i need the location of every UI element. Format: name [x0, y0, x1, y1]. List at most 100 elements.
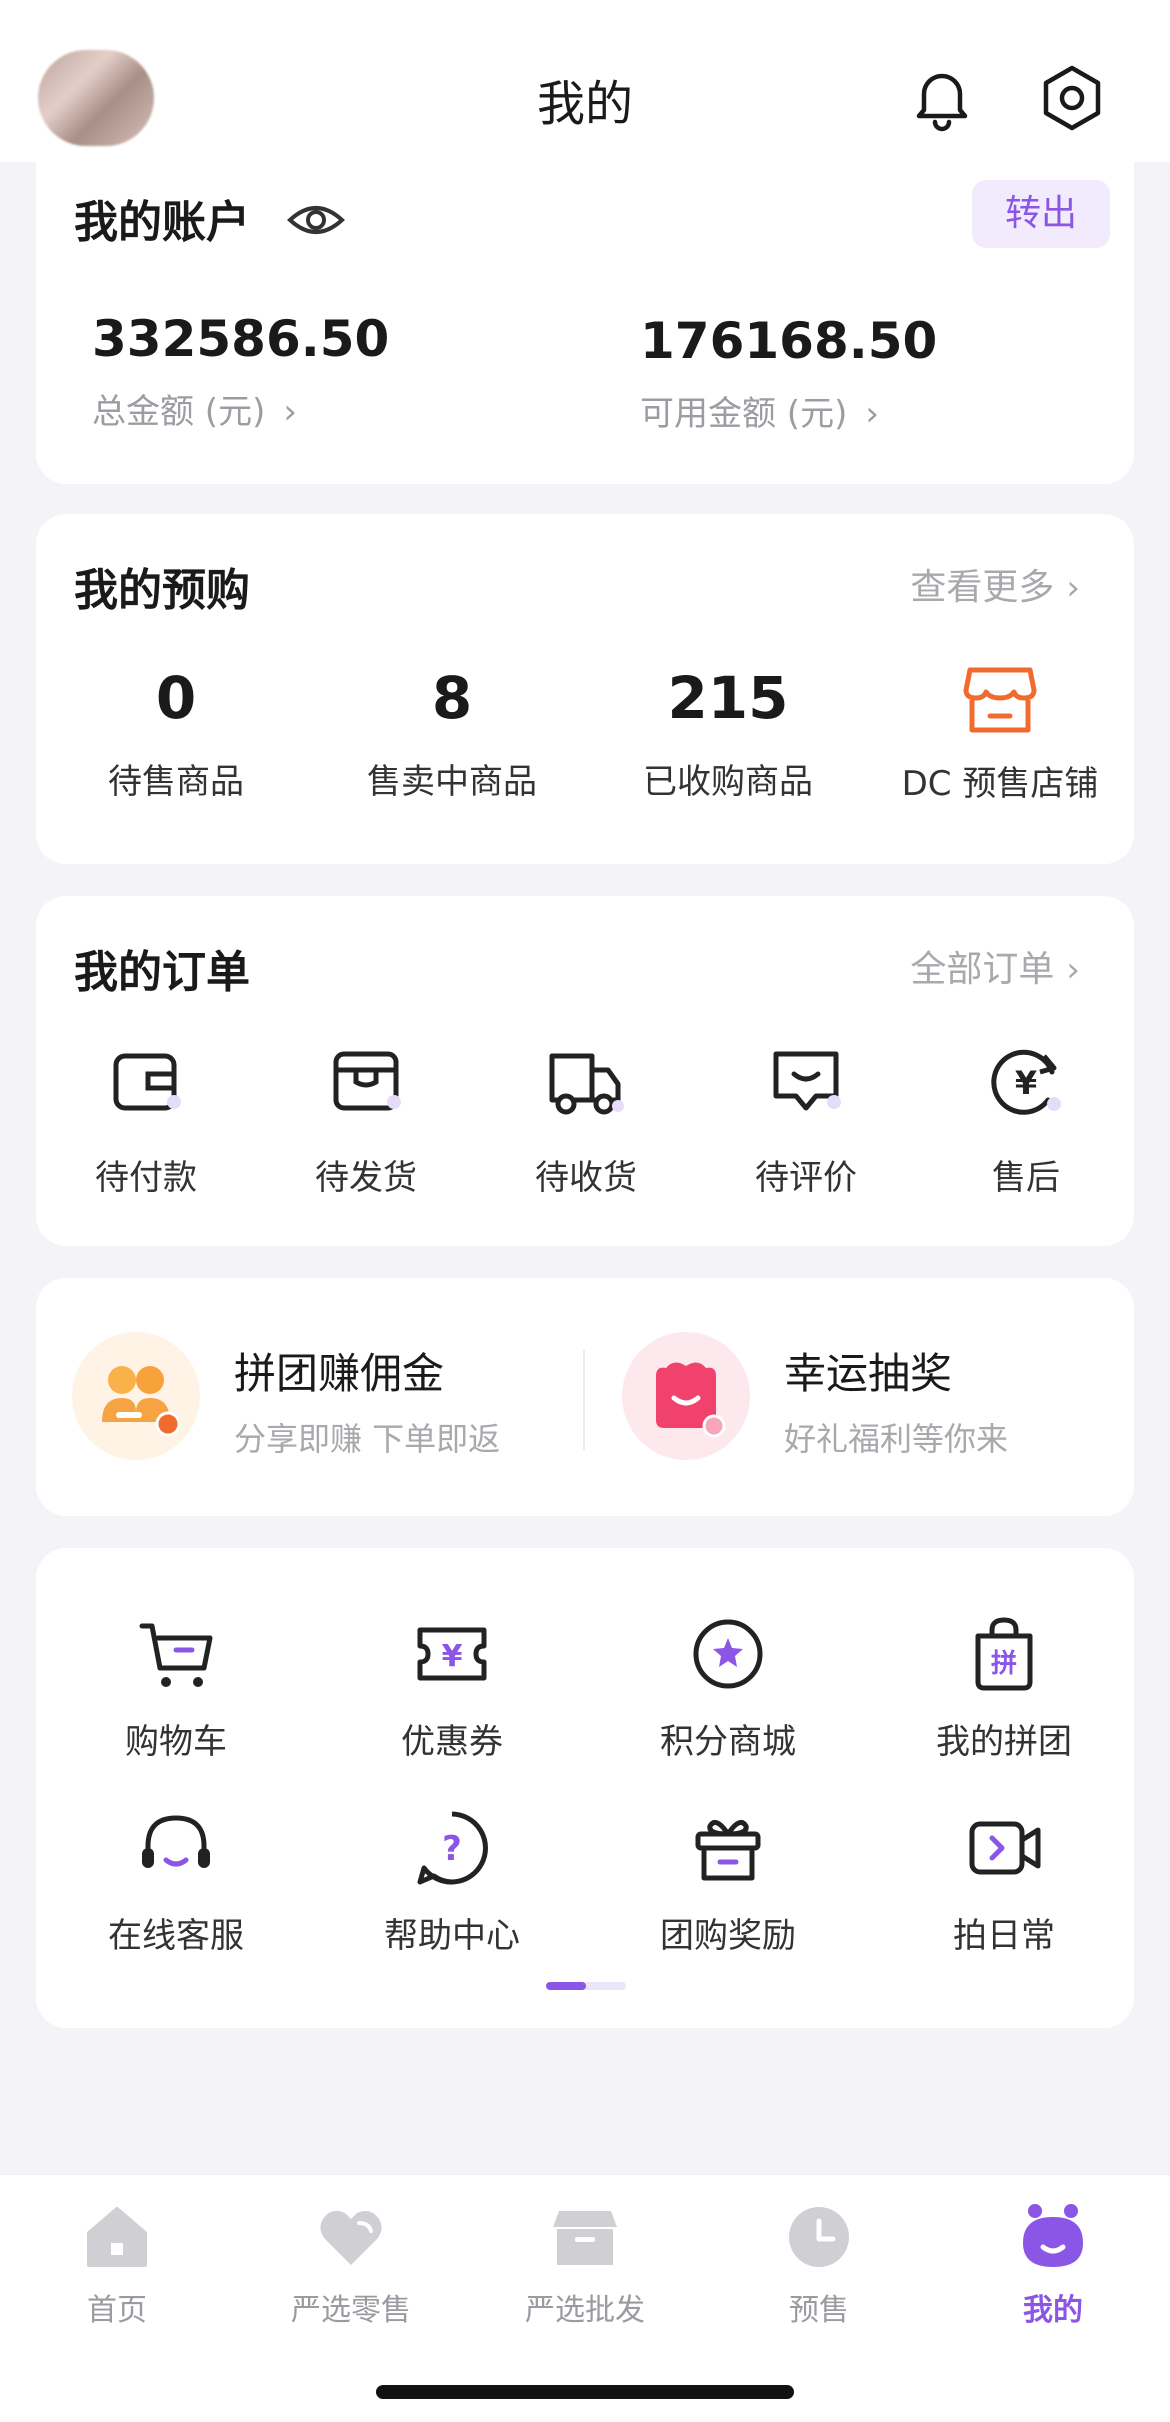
- service-label: 积分商城: [660, 1722, 796, 1762]
- total-amount-label: 总金额 (元): [92, 392, 266, 432]
- promo-left-title: 拼团赚佣金: [234, 1349, 445, 1398]
- order-pending-shipment[interactable]: 待发货: [266, 1042, 466, 1199]
- tab-label: 首页: [87, 2293, 147, 2328]
- comment-icon: [773, 1051, 841, 1111]
- svg-text:?: ?: [442, 1829, 462, 1869]
- stat-label: 已收购商品: [643, 762, 813, 802]
- order-label: 待评价: [755, 1158, 857, 1198]
- tab-label: 预售: [789, 2293, 849, 2328]
- lucky-draw-icon: [622, 1332, 750, 1460]
- order-pending-payment[interactable]: 待付款: [46, 1042, 246, 1199]
- package-icon: [333, 1051, 401, 1111]
- home-icon: [87, 2207, 147, 2267]
- tab-home[interactable]: 首页: [0, 2199, 234, 2329]
- order-label: 待发货: [315, 1158, 417, 1198]
- truck-icon: [549, 1053, 624, 1115]
- stat-on-sale[interactable]: 8 售卖中商品: [314, 664, 590, 803]
- orders-card: 我的订单 全部订单 › 待付款 待发货 待收货 待评价 ¥ 售后: [36, 896, 1134, 1246]
- order-pending-review[interactable]: 待评价: [706, 1042, 906, 1199]
- orders-title: 我的订单: [74, 947, 250, 998]
- all-orders-link[interactable]: 全部订单 ›: [910, 940, 1080, 992]
- service-coupon[interactable]: ¥ 优惠券: [314, 1612, 590, 1763]
- gift-icon: [695, 1819, 761, 1881]
- presale-more-link[interactable]: 查看更多 ›: [910, 558, 1080, 610]
- service-label: 团购奖励: [660, 1916, 796, 1956]
- group-commission-entry[interactable]: 拼团赚佣金 分享即赚 下单即返: [36, 1278, 584, 1516]
- service-daily-video[interactable]: 拍日常: [866, 1806, 1142, 1957]
- stat-label: 售卖中商品: [367, 762, 537, 802]
- service-cart[interactable]: 购物车: [38, 1612, 314, 1763]
- service-group-reward[interactable]: 团购奖励: [590, 1806, 866, 1957]
- top-header: 我的: [0, 0, 1170, 162]
- service-help-center[interactable]: ? 帮助中心: [314, 1806, 590, 1957]
- order-label: 售后: [992, 1158, 1060, 1198]
- order-after-sale[interactable]: ¥ 售后: [926, 1042, 1126, 1199]
- service-label: 帮助中心: [384, 1916, 520, 1956]
- chevron-right-icon: ›: [1066, 568, 1080, 608]
- stat-purchased[interactable]: 215 已收购商品: [590, 664, 866, 803]
- presale-more-label: 查看更多: [910, 567, 1055, 608]
- svg-text:¥: ¥: [1015, 1064, 1037, 1102]
- video-icon: [969, 1821, 1041, 1875]
- store-label: DC 预售店铺: [901, 764, 1099, 804]
- tab-wholesale[interactable]: 严选批发: [468, 2199, 702, 2329]
- stat-value: 215: [667, 664, 789, 732]
- order-label: 待付款: [95, 1158, 197, 1198]
- service-label: 在线客服: [108, 1916, 244, 1956]
- stat-label: 待售商品: [108, 762, 244, 802]
- stat-value: 0: [155, 664, 197, 732]
- box-icon: [553, 2211, 617, 2265]
- account-title: 我的账户: [74, 197, 250, 248]
- presale-card: 我的预购 查看更多 › 0 待售商品 8 售卖中商品 215 已收购商品 DC 预…: [36, 514, 1134, 864]
- help-icon: ?: [417, 1811, 488, 1885]
- promo-right-title: 幸运抽奖: [784, 1349, 953, 1398]
- promo-card: 拼团赚佣金 分享即赚 下单即返 幸运抽奖 好礼福利等你来: [36, 1278, 1134, 1516]
- order-label: 待收货: [535, 1158, 637, 1198]
- svg-text:拼: 拼: [991, 1649, 1017, 1679]
- available-amount-link[interactable]: 可用金额 (元) ›: [640, 386, 879, 435]
- available-amount: 176168.50: [640, 312, 938, 370]
- bottom-tab-bar: 首页 严选零售 严选批发 预售 我的: [0, 2174, 1170, 2422]
- service-my-group-buy[interactable]: 拼 我的拼团: [866, 1612, 1142, 1763]
- settings-icon[interactable]: [1034, 60, 1110, 136]
- headset-icon: [142, 1815, 210, 1868]
- stat-pending-sale[interactable]: 0 待售商品: [38, 664, 314, 803]
- stat-value: 8: [431, 664, 473, 732]
- services-card: 购物车 ¥ 优惠券 积分商城 拼 我的拼团 在线客服 ? 帮助中心 团购奖励 拍…: [36, 1548, 1134, 2028]
- tab-retail[interactable]: 严选零售: [234, 2199, 468, 2329]
- chevron-right-icon: ›: [1066, 950, 1080, 990]
- chevron-right-icon: ›: [865, 394, 879, 434]
- group-buy-icon: 拼: [975, 1617, 1033, 1691]
- promo-right-subtitle: 好礼福利等你来: [784, 1420, 1009, 1458]
- service-label: 优惠券: [401, 1722, 503, 1762]
- tab-mine[interactable]: 我的: [936, 2199, 1170, 2329]
- service-label: 我的拼团: [936, 1722, 1072, 1762]
- lucky-draw-entry[interactable]: 幸运抽奖 好礼福利等你来: [586, 1278, 1134, 1516]
- total-amount-link[interactable]: 总金额 (元) ›: [92, 384, 297, 433]
- tab-presale[interactable]: 预售: [702, 2199, 936, 2329]
- service-online-support[interactable]: 在线客服: [38, 1806, 314, 1957]
- service-points-mall[interactable]: 积分商城: [590, 1612, 866, 1763]
- page-indicator: [546, 1982, 626, 1990]
- available-amount-label: 可用金额 (元): [640, 394, 848, 434]
- clock-icon: [789, 2207, 849, 2267]
- tab-label: 严选批发: [525, 2293, 645, 2328]
- service-label: 购物车: [125, 1722, 227, 1762]
- presale-store-link[interactable]: DC 预售店铺: [862, 660, 1138, 805]
- bell-icon[interactable]: [904, 60, 980, 136]
- total-amount: 332586.50: [92, 310, 390, 368]
- order-pending-receipt[interactable]: 待收货: [486, 1042, 686, 1199]
- eye-icon[interactable]: [286, 194, 346, 246]
- cart-icon: [139, 1623, 213, 1687]
- refund-icon: ¥: [991, 1049, 1061, 1115]
- account-card: 我的账户 转出 332586.50 总金额 (元) › 176168.50 可用金…: [36, 162, 1134, 484]
- page-indicator-active: [546, 1982, 586, 1990]
- points-mall-icon: [693, 1619, 763, 1689]
- group-people-icon: [72, 1332, 200, 1460]
- presale-title: 我的预购: [74, 565, 250, 616]
- transfer-button[interactable]: 转出: [972, 180, 1110, 248]
- tab-label: 我的: [1023, 2293, 1083, 2328]
- coupon-icon: ¥: [417, 1627, 487, 1681]
- chevron-right-icon: ›: [283, 392, 297, 432]
- promo-left-subtitle: 分享即赚 下单即返: [234, 1420, 501, 1458]
